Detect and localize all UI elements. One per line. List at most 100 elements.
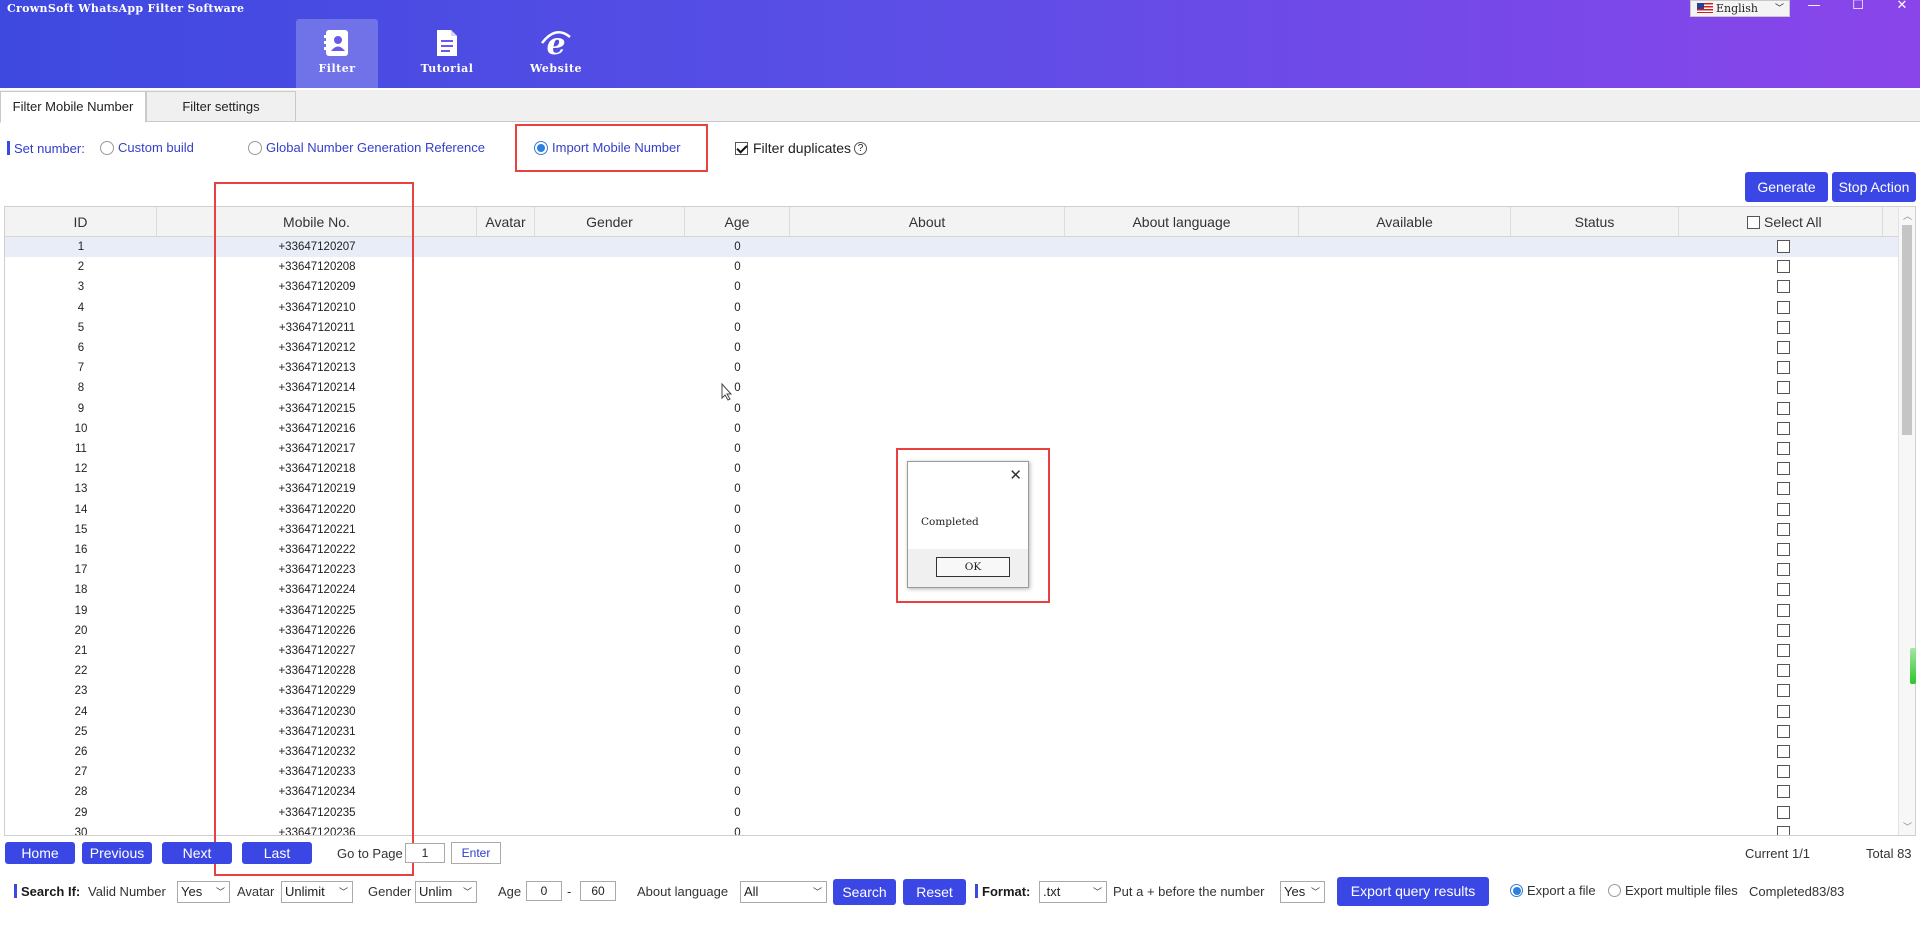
plus-prefix-select[interactable]: Yes ﹀ [1280,881,1325,903]
previous-button[interactable]: Previous [82,842,152,864]
row-checkbox[interactable] [1777,260,1790,274]
row-checkbox[interactable] [1777,644,1790,657]
table-row[interactable]: 19 +33647120225 0 [5,601,1899,621]
radio-circle-selected[interactable] [534,140,548,155]
reset-button[interactable]: Reset [903,879,966,905]
col-mobile-no[interactable]: Mobile No. [157,207,477,237]
table-row[interactable]: 21 +33647120227 0 [5,641,1899,661]
table-row[interactable]: 8 +33647120214 0 [5,378,1899,398]
close-icon[interactable]: ✕ [1009,466,1022,484]
nav-tutorial-button[interactable]: Tutorial [406,19,488,88]
radio-circle[interactable] [100,140,114,155]
minimize-button[interactable]: — [1797,0,1831,14]
row-checkbox[interactable] [1777,280,1790,294]
radio-import-mobile-number[interactable]: Import Mobile Number [534,140,681,155]
row-checkbox[interactable] [1777,785,1790,799]
search-button[interactable]: Search [833,879,896,905]
home-button[interactable]: Home [5,842,75,864]
table-row[interactable]: 30 +33647120236 0 [5,823,1899,835]
table-row[interactable]: 28 +33647120234 0 [5,782,1899,802]
row-checkbox[interactable] [1777,381,1790,395]
row-checkbox[interactable] [1777,502,1790,516]
language-select[interactable]: English ﹀ [1690,0,1790,17]
row-checkbox[interactable] [1777,583,1790,597]
page-input[interactable]: 1 [405,843,445,863]
row-checkbox[interactable] [1777,341,1790,354]
table-row[interactable]: 29 +33647120235 0 [5,803,1899,823]
radio-custom-build[interactable]: Custom build [100,140,194,155]
col-about[interactable]: About [790,207,1065,237]
generate-button[interactable]: Generate [1745,172,1828,202]
col-age[interactable]: Age [685,207,790,237]
table-row[interactable]: 27 +33647120233 0 [5,762,1899,782]
row-checkbox[interactable] [1777,401,1790,415]
stop-action-button[interactable]: Stop Action [1832,172,1916,202]
table-row[interactable]: 24 +33647120230 0 [5,702,1899,722]
checkbox[interactable] [735,141,748,155]
table-row[interactable]: 2 +33647120208 0 [5,257,1899,277]
filter-duplicates-checkbox[interactable]: Filter duplicates? [735,140,868,156]
export-query-results-button[interactable]: Export query results [1337,877,1489,906]
row-checkbox[interactable] [1777,805,1790,819]
age-min-input[interactable]: 0 [526,881,562,901]
table-row[interactable]: 3 +33647120209 0 [5,277,1899,297]
radio-circle-selected[interactable] [1510,884,1523,897]
nav-filter-button[interactable]: Filter [296,19,378,88]
maximize-button[interactable]: ☐ [1841,0,1875,14]
col-gender[interactable]: Gender [535,207,685,237]
row-checkbox[interactable] [1777,825,1790,835]
row-checkbox[interactable] [1777,704,1790,718]
tab-filter-settings[interactable]: Filter settings [146,91,296,122]
row-checkbox[interactable] [1777,482,1790,496]
row-checkbox[interactable] [1777,421,1790,435]
col-select-all[interactable]: Select All [1679,207,1883,237]
row-checkbox[interactable] [1777,442,1790,455]
radio-export-a-file[interactable]: Export a file [1510,883,1596,898]
close-window-button[interactable]: ✕ [1885,0,1919,14]
radio-circle[interactable] [248,140,262,155]
valid-number-select[interactable]: Yes ﹀ [177,881,230,903]
vertical-scrollbar[interactable]: ︿ ﹀ [1898,207,1915,835]
col-status[interactable]: Status [1511,207,1679,237]
table-row[interactable]: 9 +33647120215 0 [5,399,1899,419]
row-checkbox[interactable] [1777,623,1790,637]
table-row[interactable]: 25 +33647120231 0 [5,722,1899,742]
radio-circle[interactable] [1608,884,1621,897]
select-all-checkbox[interactable] [1747,216,1760,229]
about-language-select[interactable]: All ﹀ [740,881,827,903]
col-about-language[interactable]: About language [1065,207,1299,237]
row-checkbox[interactable] [1777,543,1790,556]
next-button[interactable]: Next [162,842,232,864]
table-row[interactable]: 1 +33647120207 0 [5,237,1899,257]
table-row[interactable]: 5 +33647120211 0 [5,318,1899,338]
radio-export-multiple-files[interactable]: Export multiple files [1608,883,1738,898]
row-checkbox[interactable] [1777,361,1790,375]
row-checkbox[interactable] [1777,603,1790,617]
table-row[interactable]: 11 +33647120217 0 [5,439,1899,459]
row-checkbox[interactable] [1777,765,1790,779]
scroll-up-icon[interactable]: ︿ [1899,209,1915,222]
radio-global-number-reference[interactable]: Global Number Generation Reference [248,140,485,155]
table-row[interactable]: 7 +33647120213 0 [5,358,1899,378]
table-row[interactable]: 10 +33647120216 0 [5,419,1899,439]
age-max-input[interactable]: 60 [580,881,616,901]
gender-select[interactable]: Unlim ﹀ [415,881,477,903]
avatar-select[interactable]: Unlimit ﹀ [281,881,353,903]
format-select[interactable]: .txt ﹀ [1039,881,1107,903]
row-checkbox[interactable] [1777,684,1790,698]
nav-website-button[interactable]: e Website [515,19,597,88]
ok-button[interactable]: OK [936,557,1010,577]
table-row[interactable]: 20 +33647120226 0 [5,621,1899,641]
row-checkbox[interactable] [1777,522,1790,536]
table-row[interactable]: 6 +33647120212 0 [5,338,1899,358]
tab-filter-mobile-number[interactable]: Filter Mobile Number [0,91,146,123]
scroll-thumb[interactable] [1902,225,1912,435]
col-id[interactable]: ID [5,207,157,237]
row-checkbox[interactable] [1777,724,1790,738]
enter-button[interactable]: Enter [451,842,501,864]
row-checkbox[interactable] [1777,240,1790,253]
col-avatar[interactable]: Avatar [477,207,535,237]
row-checkbox[interactable] [1777,320,1790,334]
help-icon[interactable]: ? [854,141,868,155]
row-checkbox[interactable] [1777,664,1790,678]
